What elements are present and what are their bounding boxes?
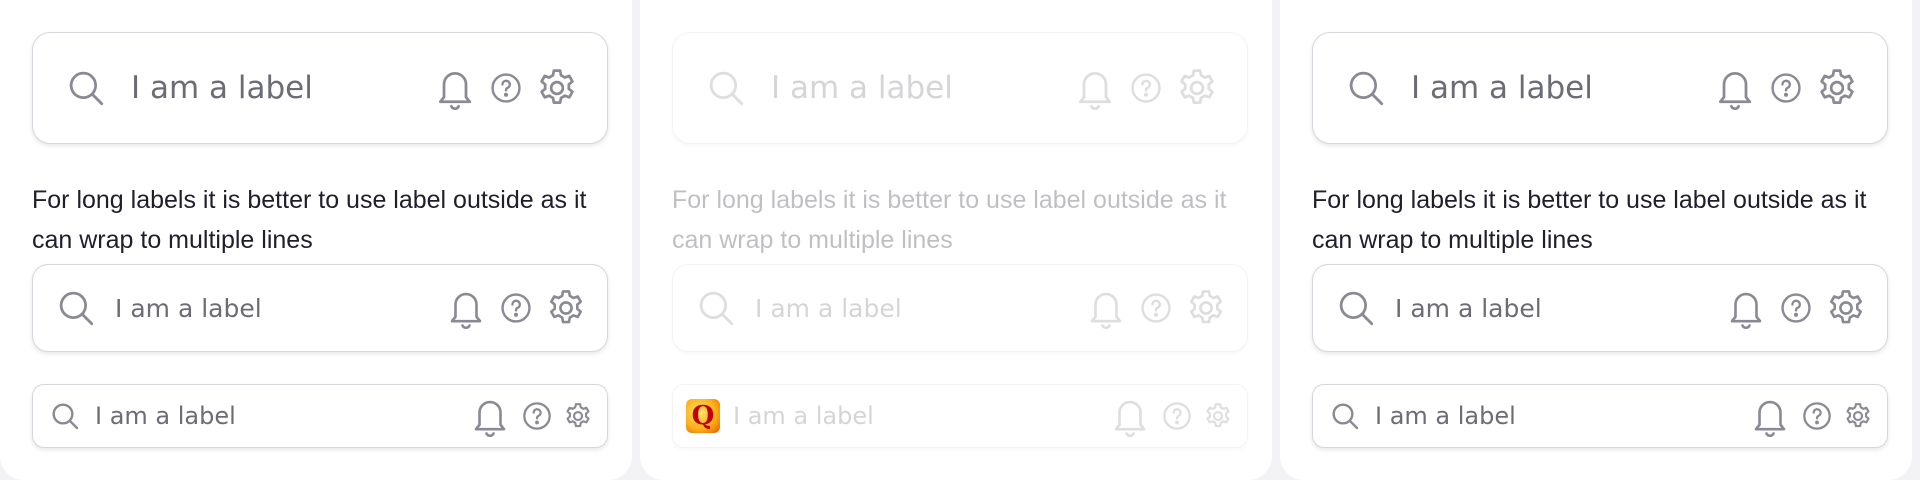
help-icon [1139, 291, 1173, 325]
search-field-medium-disabled: I am a label [672, 264, 1248, 352]
search-icon[interactable] [49, 400, 81, 432]
search-field-large[interactable]: I am a label [32, 32, 608, 144]
gear-icon [1175, 66, 1219, 110]
field-label: I am a label [1395, 293, 1542, 323]
search-icon[interactable] [55, 287, 97, 329]
label-hint-text: For long labels it is better to use labe… [32, 186, 587, 254]
bell-icon[interactable] [1713, 64, 1757, 112]
search-field-medium[interactable]: I am a label [32, 264, 608, 352]
search-icon [695, 287, 737, 329]
field-label: I am a label [95, 402, 236, 430]
gear-icon [1185, 287, 1227, 329]
gear-icon[interactable] [1815, 66, 1859, 110]
gear-icon[interactable] [535, 66, 579, 110]
help-icon[interactable] [499, 291, 533, 325]
label-hint-text: For long labels it is better to use labe… [672, 186, 1227, 254]
panel-default-2: I am a label For long labels it is bette… [1280, 0, 1912, 480]
search-icon [705, 67, 747, 109]
bell-icon[interactable] [445, 285, 487, 331]
bell-icon[interactable] [1725, 285, 1767, 331]
field-label: I am a label [771, 70, 953, 106]
search-field-small[interactable]: I am a label [1312, 384, 1888, 448]
help-icon [1129, 71, 1163, 105]
help-icon[interactable] [1769, 71, 1803, 105]
bell-icon [1085, 285, 1127, 331]
label-hint-text: For long labels it is better to use labe… [1312, 186, 1867, 254]
component-showcase: I am a label For long labels it is bette… [0, 0, 1920, 480]
field-label: I am a label [1411, 70, 1593, 106]
search-icon[interactable] [65, 67, 107, 109]
field-label: I am a label [1375, 402, 1516, 430]
search-field-large[interactable]: I am a label [1312, 32, 1888, 144]
search-icon[interactable] [1329, 400, 1361, 432]
help-icon[interactable] [1779, 291, 1813, 325]
field-label: I am a label [131, 70, 313, 106]
search-icon[interactable] [1345, 67, 1387, 109]
panel-default-1: I am a label For long labels it is bette… [0, 0, 632, 480]
search-icon[interactable] [1335, 287, 1377, 329]
search-field-large-disabled: I am a label [672, 32, 1248, 144]
bell-icon[interactable] [1749, 393, 1791, 439]
panel-disabled: I am a label For long labels it is bette… [640, 0, 1272, 480]
bell-icon [1073, 64, 1117, 112]
help-icon[interactable] [521, 400, 553, 432]
field-label: I am a label [115, 293, 262, 323]
gear-icon[interactable] [545, 287, 587, 329]
q-logo-layer: Q [672, 384, 1248, 448]
gear-icon[interactable] [1825, 287, 1867, 329]
search-field-medium[interactable]: I am a label [1312, 264, 1888, 352]
bell-icon[interactable] [433, 64, 477, 112]
help-icon[interactable] [489, 71, 523, 105]
gear-icon[interactable] [563, 401, 593, 431]
q-logo-icon: Q [686, 399, 720, 433]
field-label: I am a label [755, 293, 902, 323]
gear-icon[interactable] [1843, 401, 1873, 431]
help-icon[interactable] [1801, 400, 1833, 432]
search-field-small[interactable]: I am a label [32, 384, 608, 448]
bell-icon[interactable] [469, 393, 511, 439]
